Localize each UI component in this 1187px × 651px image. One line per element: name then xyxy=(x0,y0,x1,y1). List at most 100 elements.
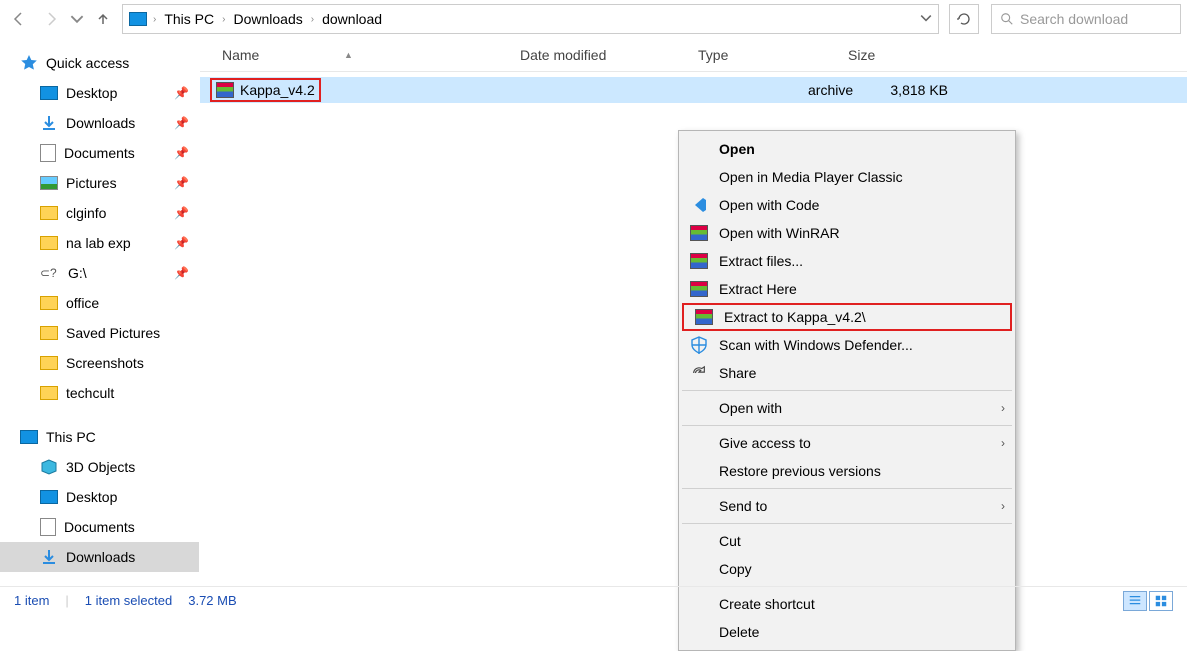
nav-recent-dropdown[interactable] xyxy=(70,6,84,32)
sidebar-item-screenshots[interactable]: Screenshots xyxy=(0,348,199,378)
file-type-cell: archive xyxy=(688,82,838,98)
document-icon xyxy=(40,144,56,162)
chevron-right-icon: › xyxy=(1001,499,1005,513)
separator xyxy=(682,425,1012,426)
details-view-button[interactable] xyxy=(1123,591,1147,611)
nav-forward-button[interactable] xyxy=(38,6,64,32)
nav-back-button[interactable] xyxy=(6,6,32,32)
sidebar-item-documents[interactable]: Documents📌 xyxy=(0,138,199,168)
chevron-right-icon: › xyxy=(222,14,225,25)
ctx-extract-files[interactable]: Extract files... xyxy=(679,247,1015,275)
breadcrumb-seg-this-pc[interactable]: This PC xyxy=(162,11,216,27)
separator: | xyxy=(65,593,68,608)
defender-icon xyxy=(690,336,708,354)
separator xyxy=(682,523,1012,524)
sidebar-item-g-drive[interactable]: ⊂?G:\📌 xyxy=(0,258,199,288)
sidebar-item-downloads[interactable]: Downloads📌 xyxy=(0,108,199,138)
winrar-icon xyxy=(695,309,713,325)
chevron-right-icon: › xyxy=(1001,436,1005,450)
ctx-open-winrar[interactable]: Open with WinRAR xyxy=(679,219,1015,247)
file-list-pane: ▲ Name Date modified Type Size Kappa_v4.… xyxy=(200,38,1187,574)
desktop-icon xyxy=(40,86,58,100)
chevron-right-icon: › xyxy=(311,14,314,25)
ctx-extract-to[interactable]: Extract to Kappa_v4.2\ xyxy=(682,303,1012,331)
nav-up-button[interactable] xyxy=(90,6,116,32)
winrar-icon xyxy=(690,225,708,241)
thumbnails-view-button[interactable] xyxy=(1149,591,1173,611)
sidebar-quick-access[interactable]: Quick access xyxy=(0,48,199,78)
navigation-pane[interactable]: Quick access Desktop📌 Downloads📌 Documen… xyxy=(0,38,200,574)
sidebar-item-techcult[interactable]: techcult xyxy=(0,378,199,408)
search-box[interactable]: Search download xyxy=(991,4,1181,34)
status-selected-count: 1 item selected xyxy=(85,593,172,608)
folder-icon xyxy=(40,296,58,310)
sidebar-item-clginfo[interactable]: clginfo📌 xyxy=(0,198,199,228)
pictures-icon xyxy=(40,176,58,190)
status-selected-size: 3.72 MB xyxy=(188,593,236,608)
refresh-button[interactable] xyxy=(949,4,979,34)
star-icon xyxy=(20,54,38,72)
winrar-icon xyxy=(690,253,708,269)
column-size[interactable]: Size xyxy=(838,47,958,63)
ctx-scan-defender[interactable]: Scan with Windows Defender... xyxy=(679,331,1015,359)
cube-icon xyxy=(40,458,58,476)
ctx-copy[interactable]: Copy xyxy=(679,555,1015,583)
chevron-right-icon: › xyxy=(153,14,156,25)
search-placeholder: Search download xyxy=(1020,11,1128,27)
context-menu: Open Open in Media Player Classic Open w… xyxy=(678,130,1016,651)
pin-icon: 📌 xyxy=(174,206,189,220)
column-date-modified[interactable]: Date modified xyxy=(510,47,688,63)
status-item-count: 1 item xyxy=(14,593,49,608)
address-history-dropdown[interactable] xyxy=(920,12,932,27)
view-toggle xyxy=(1123,591,1173,611)
ctx-open-with[interactable]: Open with› xyxy=(679,394,1015,422)
sidebar-item-pictures[interactable]: Pictures📌 xyxy=(0,168,199,198)
pin-icon: 📌 xyxy=(174,116,189,130)
sidebar-item-documents-pc[interactable]: Documents xyxy=(0,512,199,542)
pin-icon: 📌 xyxy=(174,236,189,250)
address-bar[interactable]: › This PC › Downloads › download xyxy=(122,4,939,34)
status-bar: 1 item | 1 item selected 3.72 MB xyxy=(0,586,1187,614)
chevron-right-icon: › xyxy=(1001,401,1005,415)
column-name[interactable]: Name xyxy=(200,47,510,63)
pin-icon: 📌 xyxy=(174,86,189,100)
download-icon xyxy=(40,548,58,566)
sidebar-item-downloads-pc[interactable]: Downloads xyxy=(0,542,199,572)
ctx-extract-here[interactable]: Extract Here xyxy=(679,275,1015,303)
breadcrumb-seg-downloads[interactable]: Downloads xyxy=(231,11,304,27)
sidebar-this-pc[interactable]: This PC xyxy=(0,422,199,452)
sidebar-item-na-lab-exp[interactable]: na lab exp📌 xyxy=(0,228,199,258)
ctx-restore-versions[interactable]: Restore previous versions xyxy=(679,457,1015,485)
winrar-archive-icon xyxy=(216,82,234,98)
separator xyxy=(682,488,1012,489)
desktop-icon xyxy=(40,490,58,504)
ctx-delete[interactable]: Delete xyxy=(679,618,1015,646)
ctx-give-access[interactable]: Give access to› xyxy=(679,429,1015,457)
file-row[interactable]: Kappa_v4.2 archive 3,818 KB xyxy=(200,77,1187,103)
sidebar-item-desktop-pc[interactable]: Desktop xyxy=(0,482,199,512)
folder-icon xyxy=(40,206,58,220)
ctx-cut[interactable]: Cut xyxy=(679,527,1015,555)
column-type[interactable]: Type xyxy=(688,47,838,63)
ctx-open-mpc[interactable]: Open in Media Player Classic xyxy=(679,163,1015,191)
document-icon xyxy=(40,518,56,536)
vscode-icon xyxy=(690,196,708,214)
ctx-share[interactable]: Share xyxy=(679,359,1015,387)
folder-icon xyxy=(40,326,58,340)
drive-icon: ⊂? xyxy=(40,266,60,280)
ctx-open[interactable]: Open xyxy=(679,135,1015,163)
sidebar-item-desktop[interactable]: Desktop📌 xyxy=(0,78,199,108)
file-name: Kappa_v4.2 xyxy=(240,82,315,98)
file-name-cell[interactable]: Kappa_v4.2 xyxy=(200,78,510,102)
breadcrumb-seg-download[interactable]: download xyxy=(320,11,384,27)
file-size-cell: 3,818 KB xyxy=(838,82,958,98)
separator xyxy=(682,390,1012,391)
sidebar-item-3d-objects[interactable]: 3D Objects xyxy=(0,452,199,482)
ctx-send-to[interactable]: Send to› xyxy=(679,492,1015,520)
pc-icon xyxy=(129,12,147,26)
sidebar-item-office[interactable]: office xyxy=(0,288,199,318)
column-headers-row[interactable]: Name Date modified Type Size xyxy=(200,38,1187,72)
ctx-open-code[interactable]: Open with Code xyxy=(679,191,1015,219)
sidebar-item-saved-pictures[interactable]: Saved Pictures xyxy=(0,318,199,348)
pin-icon: 📌 xyxy=(174,266,189,280)
